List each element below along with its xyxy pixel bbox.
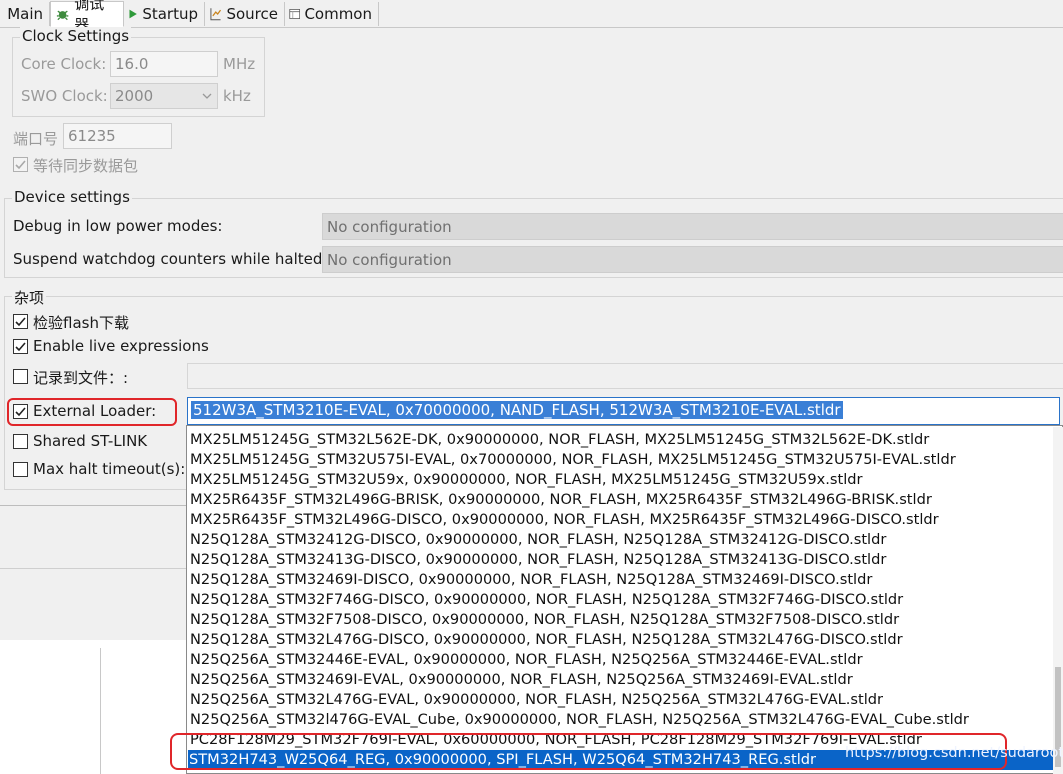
tab-source[interactable]: Source (205, 2, 285, 26)
log-to-file-checkbox[interactable] (13, 369, 28, 384)
max-halt-label: Max halt timeout(s): (33, 460, 186, 478)
checkmark-icon (15, 341, 26, 351)
debugger-icon (56, 10, 69, 21)
port-label: 端口号 (13, 130, 59, 148)
external-loader-value: 512W3A_STM3210E-EVAL, 0x70000000, NAND_F… (191, 401, 843, 419)
watchdog-select[interactable]: No configuration (322, 246, 1063, 273)
port-input[interactable]: 61235 (63, 123, 172, 149)
dropdown-item[interactable]: N25Q128A_STM32469I-DISCO, 0x90000000, NO… (189, 570, 872, 590)
play-icon (129, 9, 137, 19)
dropdown-item[interactable]: N25Q128A_STM32412G-DISCO, 0x90000000, NO… (189, 530, 886, 550)
dropdown-item[interactable]: N25Q128A_STM32L476G-DISCO, 0x90000000, N… (189, 630, 903, 650)
dropdown-item[interactable]: MX25R6435F_STM32L496G-BRISK, 0x90000000,… (189, 490, 932, 510)
core-clock-unit: MHz (223, 55, 256, 73)
checkmark-icon (15, 316, 26, 326)
tab-bar: Main 调试器 Startup Source Common (0, 0, 1063, 34)
clock-settings-title: Clock Settings (20, 27, 132, 45)
chevron-down-icon (202, 93, 212, 99)
dropdown-item[interactable]: N25Q256A_STM32469I-EVAL, 0x90000000, NOR… (189, 670, 853, 690)
tab-common[interactable]: Common (285, 2, 379, 26)
low-power-select[interactable]: No configuration (322, 213, 1063, 240)
device-settings-title: Device settings (12, 188, 132, 206)
source-icon (210, 8, 222, 21)
verify-flash-label: 检验flash下载 (33, 314, 129, 332)
dropdown-scrollbar[interactable] (1053, 427, 1063, 774)
core-clock-input[interactable]: 16.0 (110, 51, 218, 77)
dropdown-item[interactable]: MX25LM51245G_STM32U59x, 0x90000000, NOR_… (189, 470, 863, 490)
external-loader-dropdown: MX25LM51245G_STM32L562E-DK, 0x90000000, … (186, 425, 1063, 774)
external-loader-label: External Loader: (33, 402, 157, 420)
low-power-label: Debug in low power modes: (13, 217, 223, 235)
dropdown-item[interactable]: MX25LM51245G_STM32U575I-EVAL, 0x70000000… (189, 450, 956, 470)
dropdown-item[interactable]: N25Q128A_STM32F7508-DISCO, 0x90000000, N… (189, 610, 899, 630)
panel-divider (0, 568, 190, 569)
misc-title: 杂项 (12, 287, 47, 308)
dropdown-item[interactable]: N25Q128A_STM32F746G-DISCO, 0x90000000, N… (189, 590, 903, 610)
shared-stlink-checkbox[interactable] (13, 434, 28, 449)
live-expressions-label: Enable live expressions (33, 337, 209, 355)
watchdog-label: Suspend watchdog counters while halted: (13, 250, 328, 268)
external-loader-combo[interactable]: 512W3A_STM3210E-EVAL, 0x70000000, NAND_F… (187, 397, 1060, 425)
wait-sync-checkbox[interactable] (13, 157, 28, 172)
checkmark-icon (15, 159, 26, 169)
max-halt-checkbox[interactable] (13, 462, 28, 477)
checkmark-icon (15, 406, 26, 416)
dropdown-item[interactable]: N25Q256A_STM32446E-EVAL, 0x90000000, NOR… (189, 650, 863, 670)
panel-divider (0, 505, 190, 506)
editor-ruler (100, 648, 101, 774)
tab-startup[interactable]: Startup (124, 2, 205, 26)
shared-stlink-label: Shared ST-LINK (33, 432, 148, 450)
external-loader-checkbox[interactable] (13, 404, 28, 419)
swo-clock-unit: kHz (223, 87, 251, 105)
wait-sync-label: 等待同步数据包 (33, 157, 139, 175)
dropdown-item[interactable]: MX25R6435F_STM32L496G-DISCO, 0x90000000,… (189, 510, 939, 530)
swo-clock-label: SWO Clock: (21, 87, 108, 105)
log-file-path-input[interactable] (187, 363, 1063, 389)
tab-debugger[interactable]: 调试器 (50, 0, 124, 34)
dropdown-item[interactable]: MX25LM51245G_STM32L562E-DK, 0x90000000, … (189, 430, 929, 450)
dropdown-item[interactable]: N25Q128A_STM32413G-DISCO, 0x90000000, NO… (189, 550, 886, 570)
live-expressions-checkbox[interactable] (13, 339, 28, 354)
dropdown-item[interactable]: N25Q256A_STM32L476G-EVAL, 0x90000000, NO… (189, 690, 883, 710)
verify-flash-checkbox[interactable] (13, 314, 28, 329)
common-icon (289, 9, 301, 19)
dropdown-item[interactable]: N25Q256A_STM32l476G-EVAL_Cube, 0x9000000… (189, 710, 969, 730)
swo-clock-select[interactable]: 2000 (110, 83, 218, 109)
core-clock-label: Core Clock: (21, 55, 107, 73)
log-to-file-label: 记录到文件：: (33, 369, 129, 387)
tab-main[interactable]: Main (0, 2, 50, 26)
watermark: https://blog.csdn.net/sudaroot (845, 745, 1063, 761)
editor-area (0, 640, 190, 774)
